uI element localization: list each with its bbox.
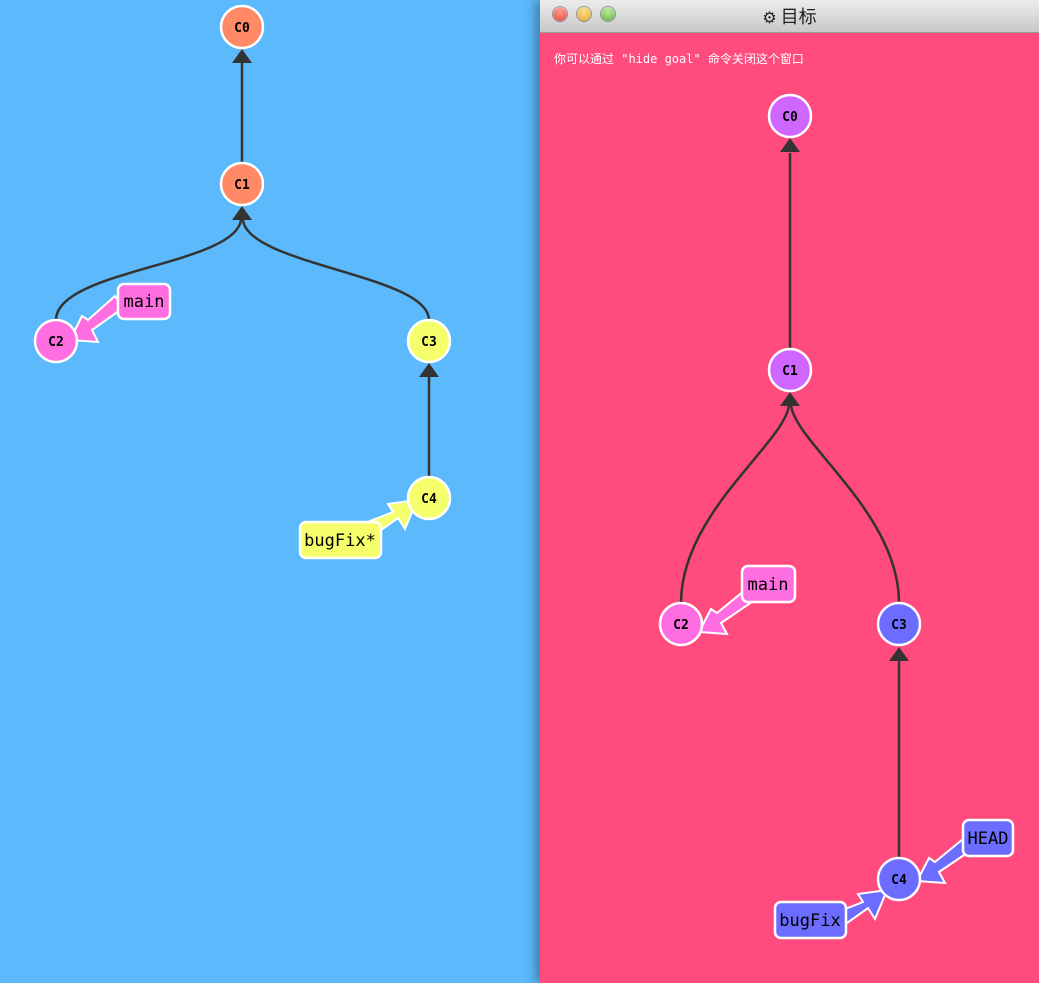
arrowhead-c3 <box>419 363 439 377</box>
edge-c3-c1 <box>241 219 431 321</box>
branch-main[interactable]: main <box>740 564 797 604</box>
commit-c4[interactable]: C4 <box>876 856 922 902</box>
branch-bugfix[interactable]: bugFix <box>773 900 848 940</box>
commit-c2[interactable]: C2 <box>33 318 79 364</box>
commit-c1[interactable]: C1 <box>219 161 265 207</box>
current-tree-canvas: C0 C1 C2 C3 C4 main bugFix* <box>33 4 452 560</box>
commit-label: C0 <box>234 21 250 36</box>
goal-title-text: 目标 <box>780 7 817 28</box>
commit-c1[interactable]: C1 <box>767 347 813 393</box>
branch-label: bugFix* <box>304 531 376 551</box>
arrowhead-c1 <box>232 206 252 220</box>
arrowhead-c3 <box>889 647 909 661</box>
branch-arrows <box>697 588 972 925</box>
commit-label: C2 <box>48 335 64 350</box>
branch-main[interactable]: main <box>116 282 172 321</box>
branch-label: main <box>124 292 165 312</box>
goal-titlebar[interactable]: ⚙ 目标 <box>540 0 1039 33</box>
arrowhead-c0 <box>232 49 252 63</box>
commit-label: C4 <box>421 492 437 507</box>
commit-label: C4 <box>891 873 907 888</box>
branch-head[interactable]: HEAD <box>961 818 1015 858</box>
branch-label: HEAD <box>968 829 1009 849</box>
edges <box>679 138 909 857</box>
commit-c3[interactable]: C3 <box>876 601 922 647</box>
arrowhead-c0 <box>780 138 800 152</box>
commit-c3[interactable]: C3 <box>406 318 452 364</box>
branch-bugfix[interactable]: bugFix* <box>298 520 383 560</box>
commit-c4[interactable]: C4 <box>406 475 452 521</box>
commit-label: C0 <box>782 110 798 125</box>
commit-label: C1 <box>782 364 798 379</box>
edges <box>54 49 439 476</box>
goal-tree-canvas: C0 C1 C2 C3 C4 main HEAD bugFix <box>658 93 1015 940</box>
commit-label: C3 <box>891 618 907 633</box>
commit-label: C3 <box>421 335 437 350</box>
commit-c0[interactable]: C0 <box>219 4 265 50</box>
branch-arrows <box>68 294 419 535</box>
goal-title: ⚙ 目标 <box>540 3 1039 29</box>
gear-icon: ⚙ <box>762 8 777 27</box>
branch-arrow-main <box>68 294 125 344</box>
branch-label: main <box>748 575 789 595</box>
commit-c2[interactable]: C2 <box>658 601 704 647</box>
goal-window: ⚙ 目标 你可以通过 "hide goal" 命令关闭这个窗口 C0 C1 C2… <box>540 0 1039 983</box>
branch-label: bugFix <box>779 911 840 931</box>
commit-label: C2 <box>673 618 689 633</box>
arrowhead-c1 <box>780 392 800 406</box>
commit-c0[interactable]: C0 <box>767 93 813 139</box>
edge-c3-c1 <box>789 404 901 604</box>
commit-label: C1 <box>234 178 250 193</box>
